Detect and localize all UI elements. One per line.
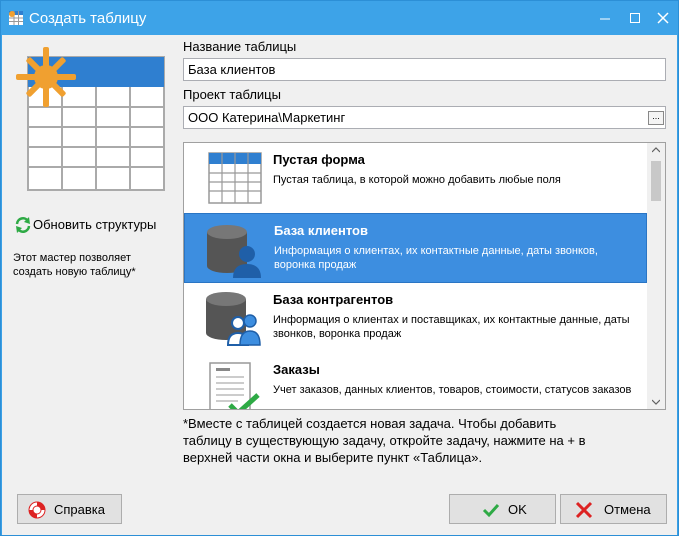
minimize-icon	[600, 18, 610, 20]
task-note: *Вместе с таблицей создается новая задач…	[183, 416, 586, 465]
minimize-button[interactable]	[590, 1, 620, 35]
cancel-button[interactable]: Отмена	[560, 494, 667, 524]
order-icon	[209, 362, 260, 409]
chevron-up-icon[interactable]	[652, 147, 660, 153]
titlebar[interactable]: Создать таблицу	[1, 1, 678, 35]
cancel-button-label: Отмена	[604, 502, 651, 517]
template-title: База клиентов	[274, 223, 368, 238]
scrollbar-thumb[interactable]	[651, 161, 661, 201]
table-illustration-icon	[16, 47, 165, 191]
template-list[interactable]: Пустая форма Пустая таблица, в которой м…	[183, 142, 666, 410]
refresh-icon	[15, 217, 31, 233]
checkmark-icon	[482, 503, 500, 518]
table-project-label: Проект таблицы	[183, 87, 281, 102]
dialog-body: Обновить структуры Этот мастер позволяет…	[2, 35, 677, 535]
wizard-description: Этот мастер позволяет создать новую табл…	[13, 252, 136, 278]
template-item-counterparties[interactable]: База контрагентов Информация о клиентах …	[184, 283, 647, 353]
lifebuoy-icon	[28, 501, 46, 519]
table-name-label: Название таблицы	[183, 39, 297, 54]
template-description: Информация о клиентах, их контактные дан…	[274, 245, 598, 271]
table-icon	[9, 11, 23, 25]
template-title: Заказы	[273, 362, 320, 377]
maximize-icon	[630, 13, 640, 23]
browse-project-button[interactable]: ...	[648, 111, 664, 125]
refresh-structures-label: Обновить структуры	[33, 217, 157, 232]
template-item-orders[interactable]: Заказы Учет заказов, данных клиентов, то…	[184, 353, 647, 409]
cross-icon	[575, 501, 593, 519]
template-description: Учет заказов, данных клиентов, товаров, …	[273, 384, 632, 396]
table-icon	[208, 152, 262, 204]
maximize-button[interactable]	[620, 1, 650, 35]
table-project-input[interactable]	[183, 106, 666, 129]
ok-button[interactable]: OK	[449, 494, 556, 524]
template-item-clients[interactable]: База клиентов Информация о клиентах, их …	[184, 213, 647, 283]
help-button-label: Справка	[54, 502, 105, 517]
template-title: База контрагентов	[273, 292, 394, 307]
database-users-icon	[206, 292, 261, 346]
close-button[interactable]	[648, 1, 678, 35]
table-name-input[interactable]	[183, 58, 666, 81]
template-list-scrollbar[interactable]	[647, 143, 665, 409]
close-icon	[657, 12, 669, 24]
dialog-window: Создать таблицу Обновить структуры Этот …	[0, 0, 679, 536]
database-user-icon	[207, 225, 261, 278]
ok-button-label: OK	[508, 502, 527, 517]
chevron-down-icon[interactable]	[652, 399, 660, 405]
help-button[interactable]: Справка	[17, 494, 122, 524]
template-title: Пустая форма	[273, 152, 365, 167]
template-item-empty-form[interactable]: Пустая форма Пустая таблица, в которой м…	[184, 143, 647, 213]
template-description: Пустая таблица, в которой можно добавить…	[273, 174, 561, 186]
window-title: Создать таблицу	[29, 10, 147, 27]
template-description: Информация о клиентах и поставщиках, их …	[273, 314, 630, 340]
